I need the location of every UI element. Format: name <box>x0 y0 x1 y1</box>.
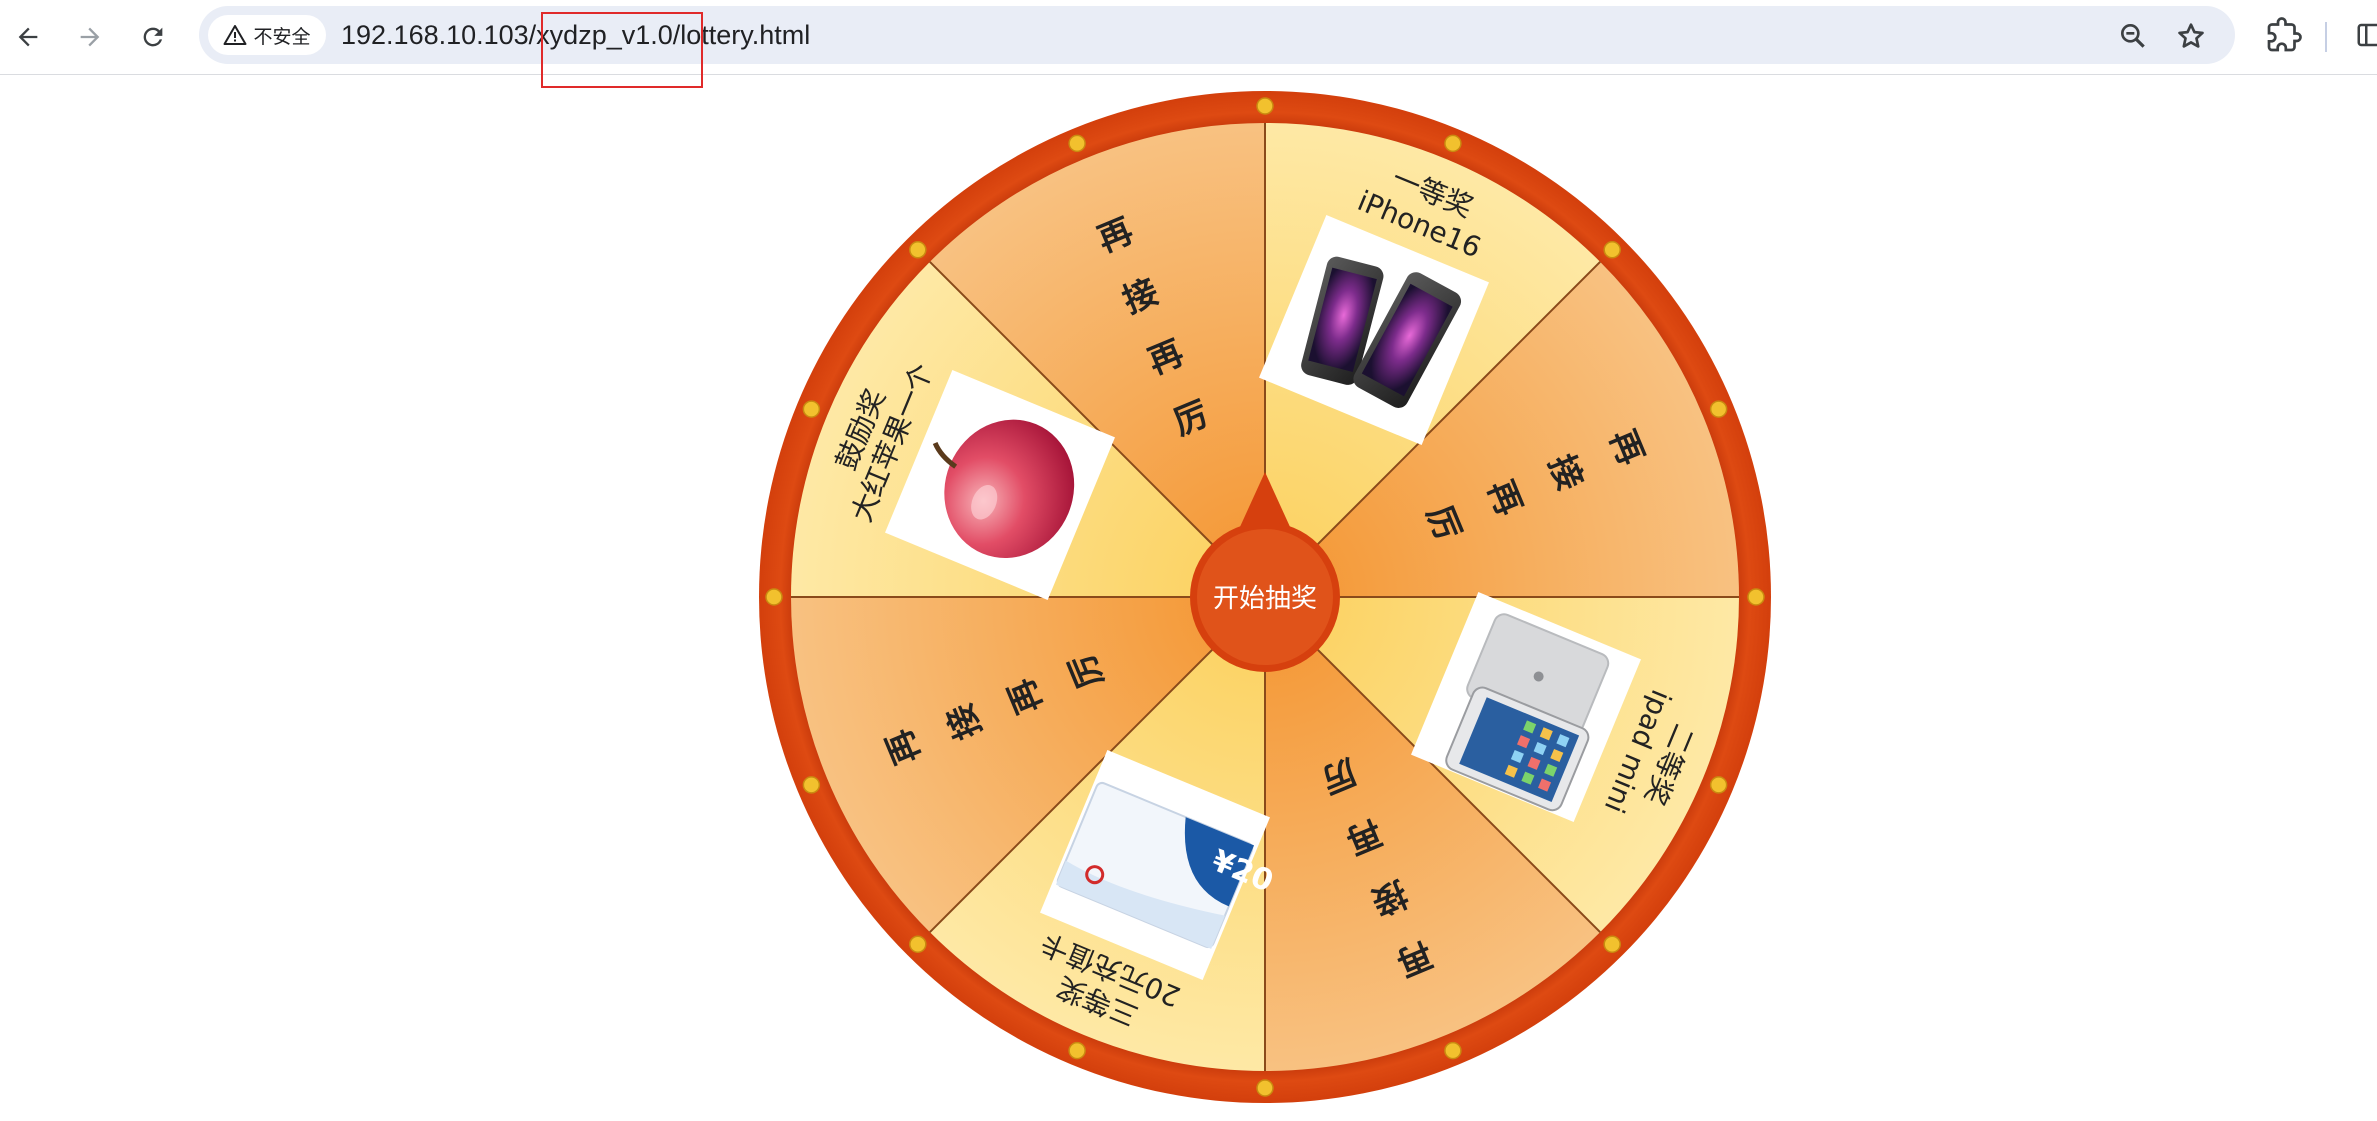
rim-dot <box>1603 935 1621 953</box>
rim-dot <box>1444 134 1462 153</box>
lottery-wheel: ¥20 一等奖iPhone16再接再厉二等奖ipad mini再接再厉三等奖20… <box>759 91 1771 1103</box>
rim-dot <box>802 400 821 418</box>
rim-dot <box>765 588 783 606</box>
rim-dot <box>802 776 821 794</box>
rim-dot <box>1068 1041 1086 1060</box>
rim-dot <box>909 935 927 953</box>
rim-dot <box>1256 1079 1274 1097</box>
rim-dot <box>1709 400 1728 418</box>
start-lottery-button[interactable]: 开始抽奖 <box>1190 546 1340 646</box>
rim-dot <box>909 241 927 259</box>
rim-dot <box>1603 241 1621 259</box>
rim-dot <box>1068 134 1086 153</box>
rim-dot <box>1256 97 1274 115</box>
rim-dot <box>1444 1041 1462 1060</box>
rim-dot <box>1709 776 1728 794</box>
rim-dot <box>1747 588 1765 606</box>
